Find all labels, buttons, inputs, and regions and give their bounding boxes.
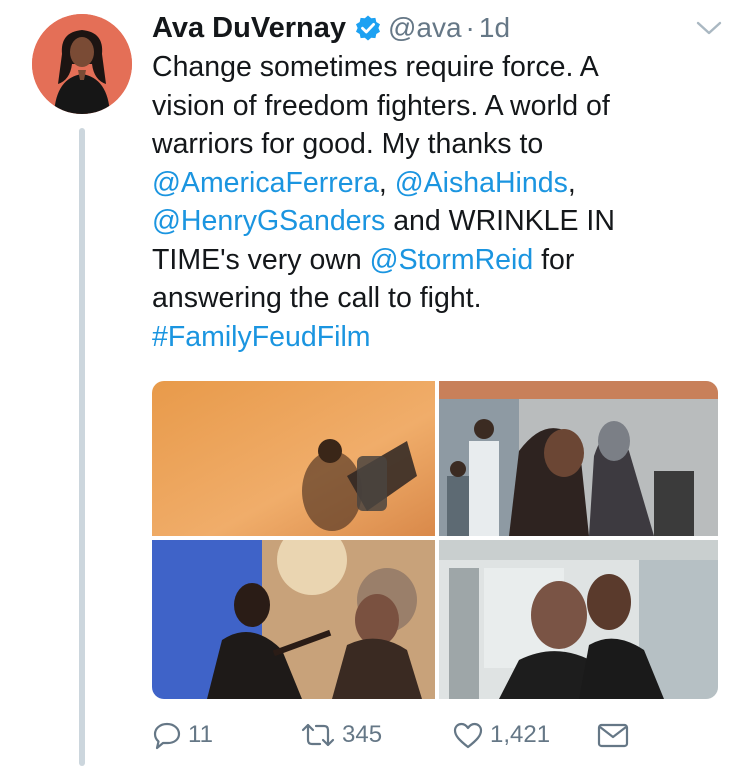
tweet-text-segment: , xyxy=(567,166,576,199)
like-count: 1,421 xyxy=(490,721,551,748)
reply-count: 11 xyxy=(188,721,213,748)
tweet-text-line: vision of freedom fighters. A world of xyxy=(152,87,722,126)
mention-link[interactable]: @StormReid xyxy=(370,244,534,276)
mention-link[interactable]: @AmericaFerrera xyxy=(152,167,379,199)
mention-link[interactable]: @HenryGSanders xyxy=(152,205,385,237)
author-name[interactable]: Ava DuVernay xyxy=(152,12,346,45)
tweet-text-line: warriors for good. My thanks to xyxy=(152,125,722,164)
thread-line xyxy=(79,128,85,766)
media-photo-2[interactable] xyxy=(439,381,718,536)
heart-icon xyxy=(452,720,484,750)
tweet-text-segment: vision of freedom fighters. A world of xyxy=(152,89,610,122)
media-photo-3[interactable] xyxy=(152,540,435,699)
tweet-text-line: TIME's very own @StormReid for xyxy=(152,241,722,280)
tweet-text-line: @HenryGSanders and WRINKLE IN xyxy=(152,202,722,241)
header-separator: · xyxy=(465,12,475,43)
media-grid xyxy=(152,381,718,699)
tweet-text-line: #FamilyFeudFilm xyxy=(152,318,722,357)
tweet-text-segment: answering the call to fight. xyxy=(152,282,482,314)
reply-button[interactable]: 11 xyxy=(152,720,213,750)
tweet-text-segment: and WRINKLE IN xyxy=(385,205,615,237)
dm-button[interactable] xyxy=(596,720,630,750)
tweet-text-segment: , xyxy=(378,166,395,199)
envelope-icon xyxy=(596,720,630,750)
chevron-down-icon[interactable] xyxy=(696,20,722,36)
mention-link[interactable]: @AishaHinds xyxy=(395,167,568,199)
tweet-actions: 11 345 1,421 xyxy=(152,720,652,760)
reply-icon xyxy=(152,720,182,750)
verified-badge-icon xyxy=(354,14,382,42)
tweet-text-segment: Change sometimes require force. A xyxy=(152,51,599,83)
tweet-text-line: Change sometimes require force. A xyxy=(152,48,722,87)
retweet-button[interactable]: 345 xyxy=(300,720,382,750)
tweet-text-segment: TIME's very own xyxy=(152,243,370,276)
tweet-text-line: answering the call to fight. xyxy=(152,279,722,318)
tweet-text-line: @AmericaFerrera, @AishaHinds, xyxy=(152,164,722,203)
tweet-timestamp[interactable]: 1d xyxy=(479,12,510,44)
author-handle[interactable]: @ava xyxy=(388,12,462,44)
hashtag-link[interactable]: #FamilyFeudFilm xyxy=(152,321,371,353)
avatar[interactable] xyxy=(32,14,132,114)
tweet-text-segment: warriors for good. My thanks to xyxy=(152,128,544,160)
tweet-header: Ava DuVernay @ava · 1d xyxy=(152,10,510,46)
avatar-image xyxy=(32,14,132,114)
tweet-text-segment: for xyxy=(533,243,575,276)
media-photo-1[interactable] xyxy=(152,381,435,536)
retweet-count: 345 xyxy=(342,721,383,748)
like-button[interactable]: 1,421 xyxy=(452,720,550,750)
retweet-icon xyxy=(300,720,336,750)
tweet-text: Change sometimes require force. A vision … xyxy=(152,48,722,356)
media-photo-4[interactable] xyxy=(439,540,718,699)
